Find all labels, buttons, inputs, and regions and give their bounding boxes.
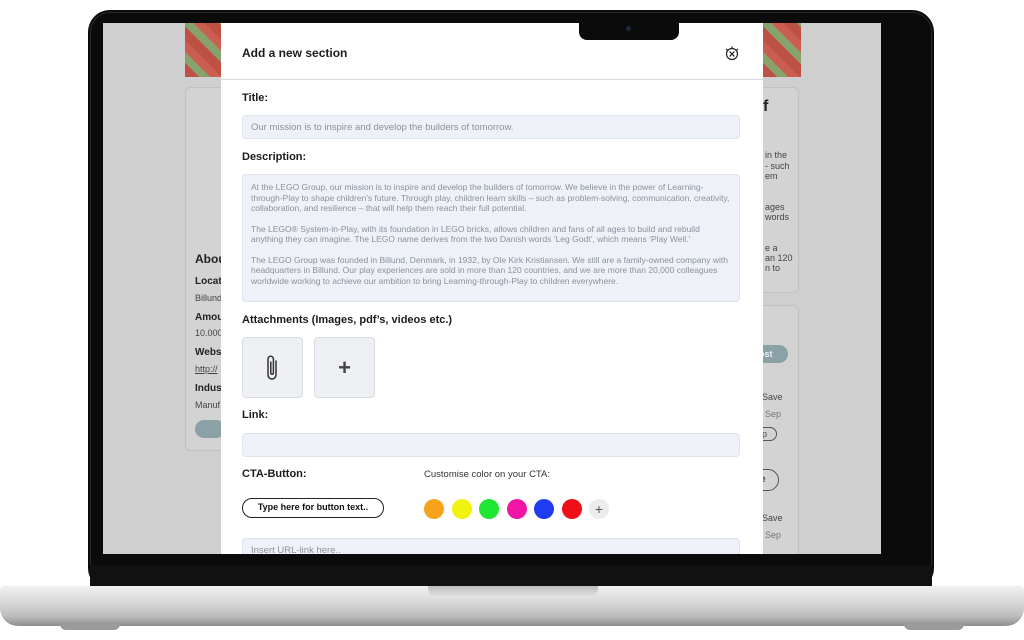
modal-header: Add a new section — [221, 23, 763, 80]
title-input[interactable]: Our mission is to inspire and develop th… — [242, 115, 740, 139]
paperclip-icon — [266, 355, 277, 380]
close-circle-icon[interactable] — [723, 45, 741, 63]
about-label: Amou — [195, 312, 224, 323]
right-text-fragment: in the — [765, 150, 788, 160]
link-label: Link: — [242, 409, 269, 421]
right-heading-fragment: f — [763, 98, 769, 115]
screen: Abou Locat Billund Amou 10.000 Webs http… — [103, 23, 881, 554]
about-label: Webs — [195, 347, 222, 358]
add-section-modal: Add a new section Title: Our mission is … — [221, 23, 763, 554]
title-label: Title: — [242, 92, 269, 104]
right-text-fragment: em — [765, 171, 778, 181]
laptop-base — [0, 586, 1024, 626]
date-fragment: Sep — [765, 409, 782, 419]
plus-icon: + — [338, 354, 351, 380]
camera-notch — [579, 23, 679, 40]
description-paragraph: The LEGO® System-in-Play, with its found… — [251, 223, 700, 245]
cta-color-label: Customise color on your CTA: — [424, 469, 551, 480]
right-text-fragment: words — [765, 212, 790, 222]
add-attachment-button[interactable]: + — [314, 337, 375, 398]
description-textarea[interactable]: At the LEGO Group, our mission is to ins… — [242, 174, 740, 302]
url-input[interactable]: Insert URL-link here.. — [242, 538, 740, 554]
right-text-fragment: e a — [765, 243, 778, 253]
description-label: Description: — [242, 151, 307, 163]
right-text-fragment: an 120 — [765, 253, 793, 263]
right-text-fragment: - such — [765, 161, 790, 171]
link-input[interactable] — [242, 433, 740, 457]
save-fragment: Save — [762, 392, 783, 402]
color-swatch-magenta[interactable] — [507, 499, 527, 519]
about-label: Indus — [195, 383, 222, 394]
laptop-lid-notch — [428, 586, 598, 598]
laptop-foot — [60, 624, 120, 630]
right-text-fragment: ages — [765, 202, 785, 212]
about-value: Billund — [195, 293, 223, 303]
color-swatch-orange[interactable] — [424, 499, 444, 519]
attach-file-button[interactable] — [242, 337, 303, 398]
save-fragment: Save — [762, 513, 783, 523]
cover-image-left — [185, 23, 225, 77]
modal-title: Add a new section — [242, 46, 348, 60]
color-swatch-green[interactable] — [479, 499, 499, 519]
about-label: Locat — [195, 276, 222, 287]
add-color-button[interactable]: + — [589, 499, 609, 519]
color-swatch-red[interactable] — [562, 499, 582, 519]
laptop-chin — [90, 565, 932, 587]
about-value: 10.000 — [195, 328, 223, 338]
cover-image-right — [763, 23, 801, 77]
cta-button-text-input[interactable]: Type here for button text.. — [242, 498, 384, 518]
description-paragraph: At the LEGO Group, our mission is to ins… — [251, 182, 730, 213]
color-swatch-blue[interactable] — [534, 499, 554, 519]
about-value: Manuf — [195, 400, 221, 410]
about-value: http:// — [195, 364, 218, 374]
attachments-label: Attachments (Images, pdf’s, videos etc.) — [242, 314, 453, 326]
cta-label: CTA-Button: — [242, 468, 307, 480]
date-fragment: Sep — [765, 530, 782, 540]
color-swatch-yellow[interactable] — [452, 499, 472, 519]
laptop-foot — [904, 624, 964, 630]
description-paragraph: The LEGO Group was founded in Billund, D… — [251, 254, 729, 286]
right-text-fragment: n to — [765, 263, 781, 273]
